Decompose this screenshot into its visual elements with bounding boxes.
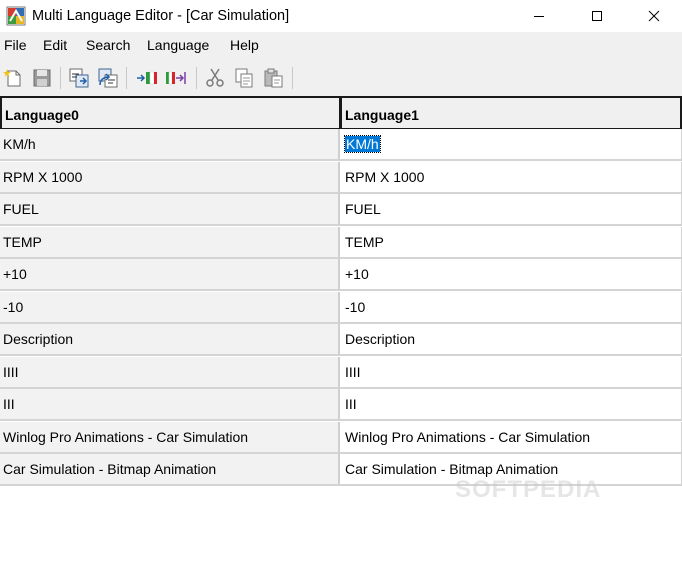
menu-search[interactable]: Search [86,36,130,54]
grid-cell-language1[interactable]: -10 [340,291,682,324]
toolbar-separator [292,67,293,89]
app-icon [6,6,26,26]
toolbar-separator [196,67,197,89]
grid-cell-language0[interactable]: FUEL [0,194,340,226]
grid-cell-language0[interactable]: III [0,389,340,421]
grid-cell-language1[interactable]: RPM X 1000 [340,161,682,194]
toolbar [0,58,682,96]
table-row: III III [0,389,682,421]
column-header-language1[interactable]: Language1 [340,96,682,130]
title-bar: Multi Language Editor - [Car Simulation] [0,0,682,32]
menu-help[interactable]: Help [230,36,259,54]
table-row: KM/h KM/h [0,129,682,161]
grid-cell-language0[interactable]: IIII [0,356,340,389]
export-button[interactable] [97,67,119,89]
cut-icon [206,68,224,87]
menu-language[interactable]: Language [147,36,209,54]
grid-cell-language1[interactable]: Winlog Pro Animations - Car Simulation [340,421,682,454]
grid-cell-language0[interactable]: KM/h [0,129,340,161]
new-file-button[interactable] [3,67,25,89]
toolbar-separator [60,67,61,89]
add-language-icon [137,71,157,85]
table-row: RPM X 1000 RPM X 1000 [0,161,682,194]
selected-cell-text[interactable]: KM/h [344,135,381,153]
grid-cell-language1[interactable]: III [340,389,682,421]
table-row: Description Description [0,324,682,356]
grid-cell-language0[interactable]: Description [0,324,340,356]
menu-edit[interactable]: Edit [43,36,67,54]
column-header-language0[interactable]: Language0 [0,96,340,130]
new-file-icon [3,69,21,87]
table-row: FUEL FUEL [0,194,682,226]
paste-icon [264,68,283,88]
window-title: Multi Language Editor - [Car Simulation] [32,8,290,24]
save-icon [33,69,51,87]
minimize-icon [534,16,544,17]
grid-cell-language0[interactable]: Car Simulation - Bitmap Animation [0,454,340,486]
toolbar-separator [126,67,127,89]
grid-cell-language0[interactable]: Winlog Pro Animations - Car Simulation [0,421,340,454]
import-button[interactable] [68,67,90,89]
table-row: +10 +10 [0,259,682,291]
maximize-icon [592,11,602,21]
grid-cell-language1-editing[interactable]: KM/h [340,129,682,161]
paste-button[interactable] [262,67,284,89]
table-row: IIII IIII [0,356,682,389]
close-button[interactable] [626,0,682,32]
close-icon [648,10,660,22]
grid-cell-language0[interactable]: -10 [0,291,340,324]
grid-cell-language0[interactable]: +10 [0,259,340,291]
maximize-button[interactable] [568,0,626,32]
grid-header: Language0 Language1 [0,96,682,130]
menu-file[interactable]: File [4,36,27,54]
grid-cell-language1[interactable]: FUEL [340,194,682,226]
insert-language-button[interactable] [165,67,187,89]
grid-cell-language1[interactable]: TEMP [340,226,682,259]
grid-cell-language1[interactable]: Description [340,324,682,356]
grid-cell-language1[interactable]: IIII [340,356,682,389]
grid-cell-language0[interactable]: RPM X 1000 [0,161,340,194]
menu-bar: File Edit Search Language Help [0,32,682,58]
import-icon [69,68,89,88]
table-row: -10 -10 [0,291,682,324]
add-language-button[interactable] [136,67,158,89]
grid-cell-language0[interactable]: TEMP [0,226,340,259]
watermark: SOFTPEDIA [455,476,602,503]
export-icon [98,68,118,88]
grid-cell-language1[interactable]: +10 [340,259,682,291]
table-row: Winlog Pro Animations - Car Simulation W… [0,421,682,454]
cut-button[interactable] [204,67,226,89]
insert-language-icon [166,71,186,85]
minimize-button[interactable] [510,0,568,32]
copy-icon [235,68,253,88]
save-button[interactable] [31,67,53,89]
copy-button[interactable] [233,67,255,89]
table-row: TEMP TEMP [0,226,682,259]
